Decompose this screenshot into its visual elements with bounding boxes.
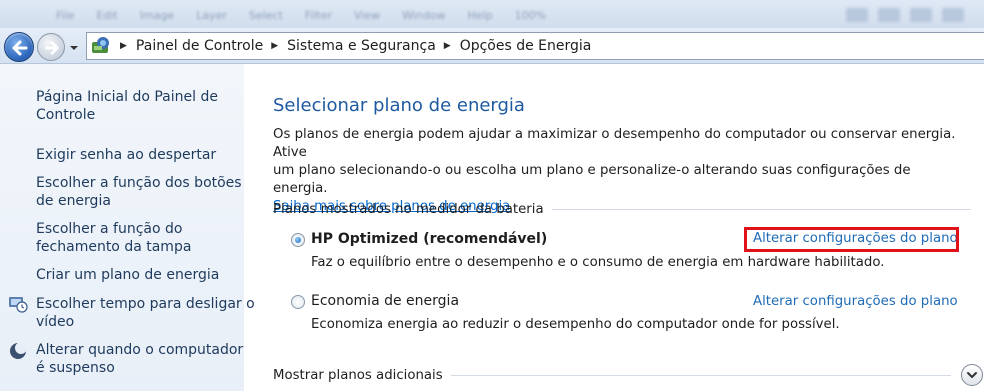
sidebar-link-line: é suspenso [36, 360, 115, 376]
toolbar-icon [878, 8, 900, 22]
menu-item-window: Window [402, 9, 446, 22]
forward-button[interactable] [37, 33, 65, 61]
sidebar-link-require-password[interactable]: Exigir senha ao despertar [36, 146, 216, 164]
description-line: Os planos de energia podem ajudar a maxi… [273, 127, 956, 160]
address-field[interactable]: ▶ Painel de Controle ▶ Sistema e Seguran… [86, 32, 984, 60]
arrow-left-icon [12, 40, 28, 56]
menu-item-layer: Layer [196, 9, 227, 22]
description-line: um plano selecionando-o ou escolha um pl… [273, 163, 911, 196]
breadcrumb-separator-icon[interactable]: ▶ [444, 41, 451, 51]
battery-plans-group-header: Planos mostrados no medidor da bateria [273, 200, 971, 218]
menu-item-file: File [56, 9, 75, 22]
plan-name-hp-optimized[interactable]: HP Optimized (recomendável) [311, 231, 547, 247]
sidebar-link-line: Escolher tempo para desligar o [36, 296, 255, 312]
plan-name-power-saver[interactable]: Economia de energia [311, 293, 459, 309]
menu-item-select: Select [248, 9, 283, 22]
recent-pages-dropdown-icon[interactable] [68, 43, 80, 53]
sidebar-link-display-off[interactable]: Escolher tempo para desligar o vídeo [36, 295, 255, 331]
breadcrumb-system-security[interactable]: Sistema e Segurança [287, 38, 436, 54]
sidebar-link-line: Escolher a função do [36, 221, 183, 237]
background-toolbar-icons [846, 8, 964, 22]
group-label: Planos mostrados no medidor da bateria [273, 201, 544, 217]
toolbar-icon [910, 8, 932, 22]
divider [450, 374, 951, 376]
plan-radio-hp-optimized[interactable] [291, 233, 305, 247]
breadcrumb-control-panel[interactable]: Painel de Controle [136, 38, 263, 54]
change-plan-settings-link-power-saver[interactable]: Alterar configurações do plano [753, 294, 958, 309]
breadcrumb-separator-icon[interactable]: ▶ [271, 41, 278, 51]
address-bar: ▶ Painel de Controle ▶ Sistema e Seguran… [0, 28, 984, 64]
sidebar-link-line: vídeo [36, 314, 75, 330]
sidebar-link-power-buttons[interactable]: Escolher a função dos botões de energia [36, 174, 242, 210]
zoom-level: 100% [514, 9, 547, 22]
divider [551, 208, 971, 210]
sidebar-link-line: de energia [36, 193, 111, 209]
sidebar-link-line: Alterar quando o computador [36, 342, 244, 358]
background-menubar: File Edit Image Layer Select Filter View… [0, 0, 984, 30]
menu-item-image: Image [139, 9, 175, 22]
display-clock-icon [9, 297, 28, 313]
sidebar-link-line: Criar um plano de energia [36, 267, 220, 283]
sidebar-link-line: Página Inicial do Painel de [36, 89, 218, 105]
expand-additional-plans-button[interactable] [961, 364, 983, 386]
menu-item-edit: Edit [96, 9, 118, 22]
sidebar-link-control-panel-home[interactable]: Página Inicial do Painel de Controle [36, 88, 218, 124]
show-additional-plans-label[interactable]: Mostrar planos adicionais [273, 368, 451, 383]
toolbar-icon [942, 8, 964, 22]
background-menu-items: File Edit Image Layer Select Filter View… [56, 9, 546, 22]
sidebar-link-line: Exigir senha ao despertar [36, 147, 217, 163]
additional-plans-header: Mostrar planos adicionais [273, 364, 983, 386]
menu-item-help: Help [467, 9, 493, 22]
sidebar-link-line: fechamento da tampa [36, 239, 192, 255]
control-panel-icon [92, 37, 109, 53]
sidebar-link-line: Controle [36, 107, 96, 123]
moon-icon [10, 342, 27, 359]
page-title: Selecionar plano de energia [273, 95, 525, 116]
plan-description-hp-optimized: Faz o equilíbrio entre o desempenho e o … [311, 255, 885, 270]
sidebar-link-create-plan[interactable]: Criar um plano de energia [36, 266, 219, 284]
back-button[interactable] [4, 32, 34, 62]
plan-description-power-saver: Economiza energia ao reduzir o desempenh… [311, 317, 840, 332]
breadcrumb-power-options[interactable]: Opções de Energia [460, 38, 592, 54]
toolbar-icon [846, 8, 868, 22]
chevron-down-icon [967, 372, 977, 378]
menu-item-filter: Filter [304, 9, 333, 22]
highlight-annotation [744, 227, 959, 252]
plan-radio-power-saver[interactable] [291, 295, 305, 309]
sidebar-link-line: Escolher a função dos botões [36, 175, 242, 191]
sidebar-link-sleep[interactable]: Alterar quando o computador é suspenso [36, 341, 243, 377]
breadcrumb-separator-icon[interactable]: ▶ [120, 41, 127, 51]
menu-item-view: View [354, 9, 381, 22]
sidebar-link-lid-close[interactable]: Escolher a função do fechamento da tampa [36, 220, 191, 256]
arrow-right-icon [45, 41, 59, 55]
